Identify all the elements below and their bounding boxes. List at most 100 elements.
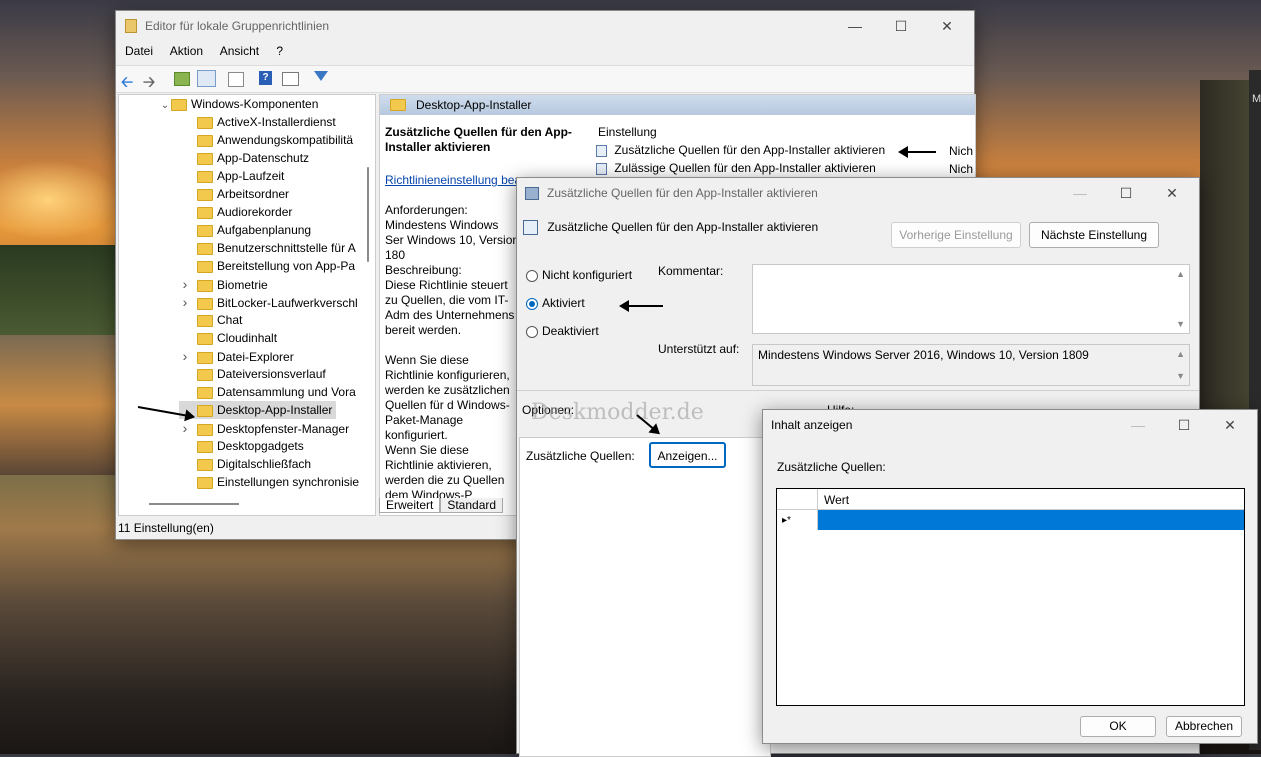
folder-icon xyxy=(197,188,213,201)
tree-item-label: Audiorekorder xyxy=(217,205,293,219)
menu-ansicht[interactable]: Ansicht xyxy=(220,44,259,58)
folder-icon xyxy=(197,260,213,273)
scroll-down-icon[interactable]: ▼ xyxy=(1176,371,1185,381)
tree-hscrollbar-thumb[interactable] xyxy=(149,503,239,505)
tree-item-label: BitLocker-Laufwerkverschl xyxy=(217,296,358,310)
tree-item[interactable]: Audiorekorder xyxy=(179,203,292,221)
grid-new-row-cell[interactable] xyxy=(818,510,1244,530)
maximize-button[interactable]: ☐ xyxy=(1161,410,1207,440)
list-item-state: Nich xyxy=(949,162,974,176)
close-button[interactable]: ✕ xyxy=(1149,178,1195,208)
folder-icon xyxy=(197,152,213,165)
watermark: Deskmodder.de xyxy=(531,400,704,425)
tree-item[interactable]: Digitalschließfach xyxy=(179,455,311,473)
close-button[interactable]: ✕ xyxy=(1207,410,1253,440)
folder-icon xyxy=(197,206,213,219)
folder-icon xyxy=(197,242,213,255)
tree-item[interactable]: App-Datenschutz xyxy=(179,149,309,167)
show-button[interactable]: Anzeigen... xyxy=(649,442,726,468)
help-icon[interactable]: ? xyxy=(259,71,272,85)
edge-window-letter: M xyxy=(1252,93,1261,105)
maximize-button[interactable]: ☐ xyxy=(1103,178,1149,208)
tree-item[interactable]: › BitLocker-Laufwerkverschl xyxy=(179,293,358,311)
folder-icon xyxy=(197,279,213,292)
minimize-button[interactable]: — xyxy=(1057,178,1103,208)
export-list-icon[interactable] xyxy=(228,72,244,87)
chevron-right-icon[interactable]: › xyxy=(179,275,191,293)
radio-label: Deaktiviert xyxy=(542,324,599,338)
up-folder-icon[interactable] xyxy=(174,72,190,86)
edit-policy-link[interactable]: Richtlinieneinstellung bea xyxy=(385,173,521,187)
radio-disabled[interactable]: Deaktiviert xyxy=(526,324,599,338)
tree-item[interactable]: Bereitstellung von App-Pa xyxy=(179,257,355,275)
next-setting-button[interactable]: Nächste Einstellung xyxy=(1029,222,1159,248)
tree-item[interactable]: Dateiversionsverlauf xyxy=(179,365,326,383)
menu-aktion[interactable]: Aktion xyxy=(170,44,203,58)
requirements-text: Mindestens Windows Ser Windows 10, Versi… xyxy=(385,218,520,262)
close-button[interactable]: ✕ xyxy=(924,11,970,41)
tree-item[interactable]: Desktop-App-Installer xyxy=(179,401,337,419)
comment-field[interactable]: ▲ ▼ xyxy=(752,264,1190,334)
tree-item-label: Digitalschließfach xyxy=(217,457,312,471)
grid-column-header[interactable]: Wert xyxy=(824,493,849,507)
maximize-button[interactable]: ☐ xyxy=(878,11,924,41)
tree-item-label: Einstellungen synchronisie xyxy=(217,475,360,489)
list-header[interactable]: Einstellung xyxy=(598,125,657,139)
tab-standard[interactable]: Standard xyxy=(440,498,504,513)
tree-item-windows-komponenten[interactable]: ⌄ Windows-Komponenten xyxy=(159,95,319,113)
ok-button[interactable]: OK xyxy=(1080,716,1156,737)
radio-enabled[interactable]: Aktiviert xyxy=(526,296,585,310)
tree-item-label: Aufgabenplanung xyxy=(217,223,312,237)
folder-icon xyxy=(197,170,213,183)
tree-item[interactable]: Datensammlung und Vora xyxy=(179,383,356,401)
tree-item[interactable]: › Datei-Explorer xyxy=(179,347,294,365)
chevron-down-icon: ⌄ xyxy=(160,100,170,111)
description-text-2: Wenn Sie diese Richtlinie konfigurieren,… xyxy=(385,353,510,442)
radio-not-configured[interactable]: Nicht konfiguriert xyxy=(526,268,632,282)
folder-icon xyxy=(197,458,213,471)
list-item-label: Zusätzliche Quellen für den App-Installe… xyxy=(614,143,886,157)
filter-icon[interactable] xyxy=(314,71,328,81)
tree-item[interactable]: Desktopgadgets xyxy=(179,437,304,455)
tree-item[interactable]: Arbeitsordner xyxy=(179,185,289,203)
chevron-right-icon[interactable]: › xyxy=(179,293,191,311)
gpedit-app-icon xyxy=(125,19,137,33)
cancel-button[interactable]: Abbrechen xyxy=(1166,716,1242,737)
tree-item[interactable]: App-Laufzeit xyxy=(179,167,284,185)
folder-icon xyxy=(390,99,406,111)
show-tree-icon[interactable] xyxy=(197,70,216,87)
policy-heading-row: Zusätzliche Quellen für den App-Installe… xyxy=(523,220,818,236)
folder-icon xyxy=(197,297,213,310)
tree-item[interactable]: ActiveX-Installerdienst xyxy=(179,113,336,131)
tree-item-label: Datei-Explorer xyxy=(217,350,294,364)
wallpaper-sun-glow xyxy=(0,160,120,240)
tree-item[interactable]: › Desktopfenster-Manager xyxy=(179,419,349,437)
properties-icon[interactable] xyxy=(282,72,299,86)
show-contents-titlebar: Inhalt anzeigen — ☐ ✕ xyxy=(763,410,1257,440)
tab-erweitert[interactable]: Erweitert xyxy=(379,498,441,513)
tree-item-label: Desktop-App-Installer xyxy=(217,403,333,417)
list-item[interactable]: Zulässige Quellen für den App-Installer … xyxy=(596,161,973,178)
menu-help[interactable]: ? xyxy=(276,44,283,58)
minimize-button[interactable]: — xyxy=(832,11,878,41)
tree-item[interactable]: Cloudinhalt xyxy=(179,329,277,347)
tree-item[interactable]: Einstellungen synchronisie xyxy=(179,473,359,491)
tree-pane: ⌄ Windows-Komponenten ActiveX-Installerdi… xyxy=(118,94,376,516)
minimize-button[interactable]: — xyxy=(1115,410,1161,440)
list-item-label: Zulässige Quellen für den App-Installer … xyxy=(614,161,876,175)
tree-item[interactable]: › Biometrie xyxy=(179,275,268,293)
tree-item[interactable]: Aufgabenplanung xyxy=(179,221,311,239)
tree-scrollbar-thumb[interactable] xyxy=(367,167,369,262)
previous-setting-button[interactable]: Vorherige Einstellung xyxy=(891,222,1021,248)
tree-item[interactable]: Benutzerschnittstelle für A xyxy=(179,239,356,257)
tree-item[interactable]: Chat xyxy=(179,311,242,329)
tree-item[interactable]: Anwendungskompatibilitä xyxy=(179,131,353,149)
chevron-right-icon[interactable]: › xyxy=(179,347,191,365)
tree-item-label: Bereitstellung von App-Pa xyxy=(217,259,356,273)
policy-setting-icon xyxy=(523,220,538,236)
scroll-down-icon[interactable]: ▼ xyxy=(1176,319,1185,329)
scroll-up-icon[interactable]: ▲ xyxy=(1176,269,1185,279)
scroll-up-icon[interactable]: ▲ xyxy=(1176,349,1185,359)
tree-item-label: App-Laufzeit xyxy=(217,169,285,183)
menu-datei[interactable]: Datei xyxy=(125,44,153,58)
